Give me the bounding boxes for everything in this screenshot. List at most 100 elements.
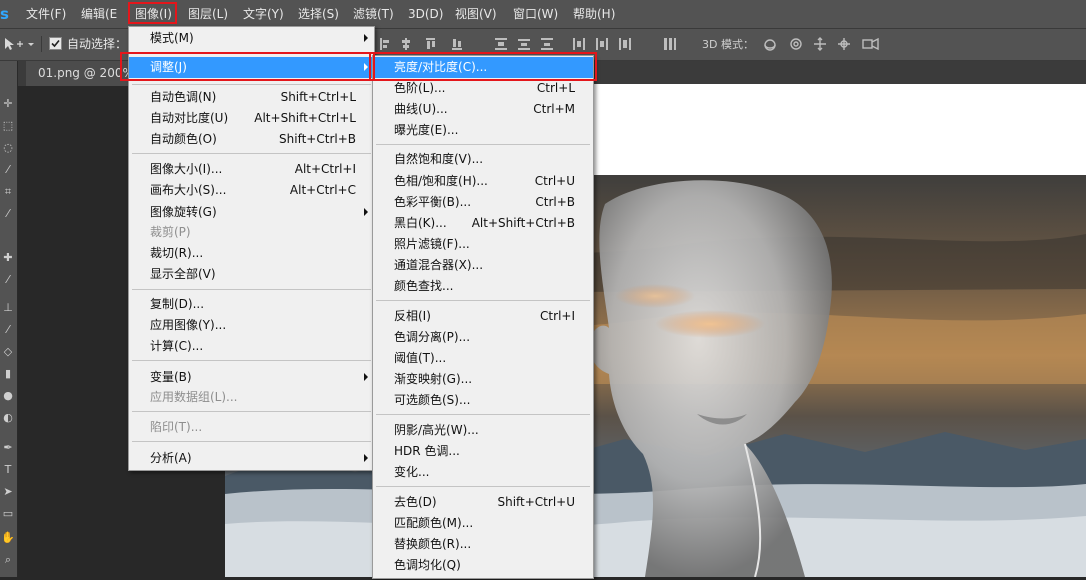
menu-item-label: 黑白(K)...	[394, 216, 447, 230]
menu-item-exposure[interactable]: 曝光度(E)...	[373, 120, 593, 141]
quick-select-tool-icon[interactable]: ⁄	[1, 163, 15, 177]
menu-view[interactable]: 视图(V)	[455, 0, 497, 28]
menu-item-label: 匹配颜色(M)...	[394, 516, 474, 530]
submenu-arrow-icon	[364, 208, 368, 216]
menu-item-hdr-toning[interactable]: HDR 色调...	[373, 441, 593, 462]
zoom-tool-icon[interactable]: ⌕	[1, 553, 15, 567]
healing-brush-tool-icon[interactable]: ✚	[1, 251, 15, 265]
menu-item-trap: 陷印(T)...	[129, 417, 374, 438]
menu-item-curves[interactable]: 曲线(U)... Ctrl+M	[373, 99, 593, 120]
pen-tool-icon[interactable]: ✒	[1, 441, 15, 455]
shape-tool-icon[interactable]: ▭	[1, 507, 15, 521]
brush-tool-icon[interactable]: ⁄	[1, 273, 15, 287]
path-select-tool-icon[interactable]: ➤	[1, 485, 15, 499]
auto-align-layers-icon[interactable]	[662, 36, 678, 52]
crop-tool-icon[interactable]: ⌗	[1, 185, 15, 199]
menu-item-mode[interactable]: 模式(M)	[129, 28, 374, 49]
menu-item-auto-tone[interactable]: 自动色调(N) Shift+Ctrl+L	[129, 87, 374, 108]
menu-item-shortcut: Ctrl+I	[540, 309, 575, 323]
move-tool-icon[interactable]: ✛	[1, 97, 15, 111]
menu-item-trim[interactable]: 裁切(R)...	[129, 243, 374, 264]
menu-edit[interactable]: 编辑(E	[81, 0, 117, 28]
menu-item-photo-filter[interactable]: 照片滤镜(F)...	[373, 234, 593, 255]
menu-item-desaturate[interactable]: 去色(D) Shift+Ctrl+U	[373, 492, 593, 513]
document-tab[interactable]: 01.png @ 200%	[26, 61, 144, 86]
menu-item-gradient-map[interactable]: 渐变映射(G)...	[373, 369, 593, 390]
menu-separator	[132, 84, 371, 85]
menu-item-reveal-all[interactable]: 显示全部(V)	[129, 264, 374, 285]
menu-item-label: 阴影/高光(W)...	[394, 423, 479, 437]
menu-item-auto-contrast[interactable]: 自动对比度(U) Alt+Shift+Ctrl+L	[129, 108, 374, 129]
menu-item-selective-color[interactable]: 可选颜色(S)...	[373, 390, 593, 411]
align-icons[interactable]	[378, 36, 470, 52]
menu-item-calculations[interactable]: 计算(C)...	[129, 336, 374, 357]
menu-item-label: 裁切(R)...	[150, 246, 204, 260]
menu-item-image-size[interactable]: 图像大小(I)... Alt+Ctrl+I	[129, 159, 374, 180]
3d-mode-icons[interactable]	[762, 36, 882, 52]
adjustments-submenu: 亮度/对比度(C)... 色阶(L)... Ctrl+L 曲线(U)... Ctrl…	[372, 55, 594, 579]
menu-help[interactable]: 帮助(H)	[573, 0, 615, 28]
menu-item-label: 自动对比度(U)	[150, 111, 229, 125]
menu-item-label: 图像旋转(G)	[150, 205, 217, 219]
auto-select-checkbox[interactable]	[49, 37, 62, 50]
dodge-tool-icon[interactable]: ◐	[1, 411, 15, 425]
menu-item-label: 计算(C)...	[150, 339, 204, 353]
menu-layer[interactable]: 图层(L)	[188, 0, 228, 28]
menu-file[interactable]: 文件(F)	[26, 0, 66, 28]
menu-item-duplicate[interactable]: 复制(D)...	[129, 294, 374, 315]
menu-item-match-color[interactable]: 匹配颜色(M)...	[373, 513, 593, 534]
menu-item-apply-image[interactable]: 应用图像(Y)...	[129, 315, 374, 336]
eyedropper-tool-icon[interactable]: ⁄	[1, 207, 15, 221]
clone-stamp-tool-icon[interactable]: ⊥	[1, 301, 15, 315]
gradient-tool-icon[interactable]: ▮	[1, 367, 15, 381]
menu-item-channel-mixer[interactable]: 通道混合器(X)...	[373, 255, 593, 276]
blur-tool-icon[interactable]: ●	[1, 389, 15, 403]
menu-item-equalize[interactable]: 色调均化(Q)	[373, 555, 593, 576]
menu-item-posterize[interactable]: 色调分离(P)...	[373, 327, 593, 348]
menu-item-vibrance[interactable]: 自然饱和度(V)...	[373, 149, 593, 170]
menu-filter[interactable]: 滤镜(T)	[353, 0, 394, 28]
marquee-tool-icon[interactable]: ⬚	[1, 119, 15, 133]
menu-item-label: 阈值(T)...	[394, 351, 447, 365]
menu-window[interactable]: 窗口(W)	[513, 0, 558, 28]
menu-item-label: 复制(D)...	[150, 297, 205, 311]
move-tool-icon[interactable]	[2, 36, 24, 52]
submenu-arrow-icon	[364, 63, 368, 71]
menu-item-label: 色阶(L)...	[394, 81, 446, 95]
menu-item-color-balance[interactable]: 色彩平衡(B)... Ctrl+B	[373, 192, 593, 213]
menu-item-analysis[interactable]: 分析(A)	[129, 448, 374, 469]
menu-item-replace-color[interactable]: 替换颜色(R)...	[373, 534, 593, 555]
menu-item-image-rotation[interactable]: 图像旋转(G)	[129, 202, 374, 223]
menu-item-auto-color[interactable]: 自动颜色(O) Shift+Ctrl+B	[129, 129, 374, 150]
menu-item-adjustments[interactable]: 调整(J)	[129, 57, 374, 78]
menu-item-threshold[interactable]: 阈值(T)...	[373, 348, 593, 369]
menu-item-brightness-contrast[interactable]: 亮度/对比度(C)...	[373, 57, 593, 78]
menu-3d[interactable]: 3D(D)	[408, 0, 443, 28]
menu-item-label: 颜色查找...	[394, 279, 454, 293]
menu-item-levels[interactable]: 色阶(L)... Ctrl+L	[373, 78, 593, 99]
menu-item-variations[interactable]: 变化...	[373, 462, 593, 483]
menu-item-shortcut: Alt+Shift+Ctrl+L	[254, 111, 356, 125]
tool-preset-chevron-down-icon[interactable]	[26, 36, 36, 52]
menu-item-shadows-highlights[interactable]: 阴影/高光(W)...	[373, 420, 593, 441]
hand-tool-icon[interactable]: ✋	[1, 531, 15, 545]
lasso-tool-icon[interactable]: ◌	[1, 141, 15, 155]
menu-item-invert[interactable]: 反相(I) Ctrl+I	[373, 306, 593, 327]
menu-item-hue-saturation[interactable]: 色相/饱和度(H)... Ctrl+U	[373, 171, 593, 192]
menu-item-label: 自然饱和度(V)...	[394, 152, 484, 166]
menu-separator	[376, 144, 590, 145]
menu-item-canvas-size[interactable]: 画布大小(S)... Alt+Ctrl+C	[129, 180, 374, 201]
menu-item-color-lookup[interactable]: 颜色查找...	[373, 276, 593, 297]
menu-select[interactable]: 选择(S)	[298, 0, 339, 28]
menu-item-label: 模式(M)	[150, 31, 194, 45]
menu-image[interactable]: 图像(I)	[135, 0, 172, 28]
menu-item-black-white[interactable]: 黑白(K)... Alt+Shift+Ctrl+B	[373, 213, 593, 234]
menu-separator	[376, 414, 590, 415]
menu-type[interactable]: 文字(Y)	[243, 0, 284, 28]
divider	[41, 36, 42, 52]
distribute-icons[interactable]	[493, 36, 641, 52]
menu-item-variables[interactable]: 变量(B)	[129, 367, 374, 388]
eraser-tool-icon[interactable]: ◇	[1, 345, 15, 359]
type-tool-icon[interactable]: T	[1, 463, 15, 477]
history-brush-tool-icon[interactable]: ⁄	[1, 323, 15, 337]
